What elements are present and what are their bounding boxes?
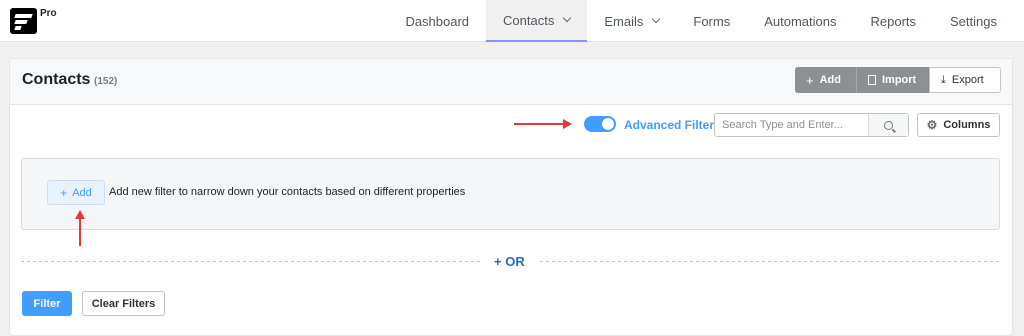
annotation-arrow-right: [514, 119, 572, 129]
button-label: Clear Filters: [91, 297, 156, 310]
advanced-filter-toggle[interactable]: [584, 116, 616, 132]
button-label: Export: [951, 74, 984, 86]
nav-item-reports[interactable]: Reports: [853, 0, 933, 42]
advanced-filter-label[interactable]: Advanced Filter: [624, 118, 714, 132]
top-nav-bar: Pro Dashboard Contacts Emails Forms Auto…: [0, 0, 1024, 42]
nav-item-emails[interactable]: Emails: [587, 0, 676, 42]
nav-label: Reports: [870, 13, 917, 29]
fluentcrm-logo-icon[interactable]: [10, 8, 37, 34]
header-button-group: + Add Import ⤓ Export: [795, 67, 1001, 93]
pro-badge: Pro: [40, 8, 57, 19]
button-label: Add: [819, 74, 841, 86]
plus-icon: +: [60, 185, 68, 200]
nav-label: Emails: [604, 13, 644, 29]
gear-icon: ⚙: [926, 118, 938, 132]
nav-label: Forms: [693, 13, 731, 29]
nav-item-forms[interactable]: Forms: [676, 0, 747, 42]
export-button[interactable]: ⤓ Export: [929, 67, 1001, 93]
nav-item-automations[interactable]: Automations: [747, 0, 853, 42]
nav-label: Automations: [764, 13, 837, 29]
toggle-knob: [602, 118, 614, 130]
nav-item-settings[interactable]: Settings: [933, 0, 1014, 42]
button-label: Filter: [33, 297, 61, 310]
filter-builder-panel: + Add Add new filter to narrow down your…: [21, 158, 1000, 230]
contact-count: (152): [94, 76, 118, 87]
button-label: Add: [72, 186, 92, 199]
import-button[interactable]: Import: [856, 67, 929, 93]
chevron-down-icon: [563, 13, 572, 23]
card-header: Contacts (152) + Add Import ⤓ Export: [10, 59, 1012, 105]
search-icon: [884, 120, 893, 130]
document-icon: [868, 75, 876, 85]
plus-icon: +: [806, 72, 814, 88]
download-icon: ⤓: [941, 73, 946, 86]
columns-button[interactable]: ⚙ Columns: [917, 113, 1000, 137]
add-contact-button[interactable]: + Add: [795, 67, 856, 93]
main-nav: Dashboard Contacts Emails Forms Automati…: [388, 0, 1014, 42]
divider-left: [21, 261, 483, 262]
search-button[interactable]: [868, 114, 908, 136]
divider-right: [540, 261, 1000, 262]
button-label: Import: [882, 74, 917, 86]
filter-description: Add new filter to narrow down your conta…: [109, 186, 466, 198]
button-label: Columns: [943, 119, 991, 131]
add-or-group-button[interactable]: + OR: [494, 254, 525, 269]
chevron-down-icon: [652, 14, 661, 24]
nav-label: Dashboard: [405, 13, 470, 29]
clear-filters-button[interactable]: Clear Filters: [82, 291, 165, 316]
search-box: [714, 113, 909, 137]
search-input[interactable]: [715, 114, 868, 136]
nav-item-contacts[interactable]: Contacts: [486, 0, 588, 42]
page-title: Contacts: [22, 71, 91, 88]
nav-label: Settings: [950, 13, 997, 29]
annotation-arrow-up: [75, 210, 85, 246]
filter-button[interactable]: Filter: [22, 291, 72, 316]
nav-label: Contacts: [503, 12, 555, 28]
nav-item-dashboard[interactable]: Dashboard: [388, 0, 486, 42]
add-filter-button[interactable]: + Add: [47, 180, 105, 205]
